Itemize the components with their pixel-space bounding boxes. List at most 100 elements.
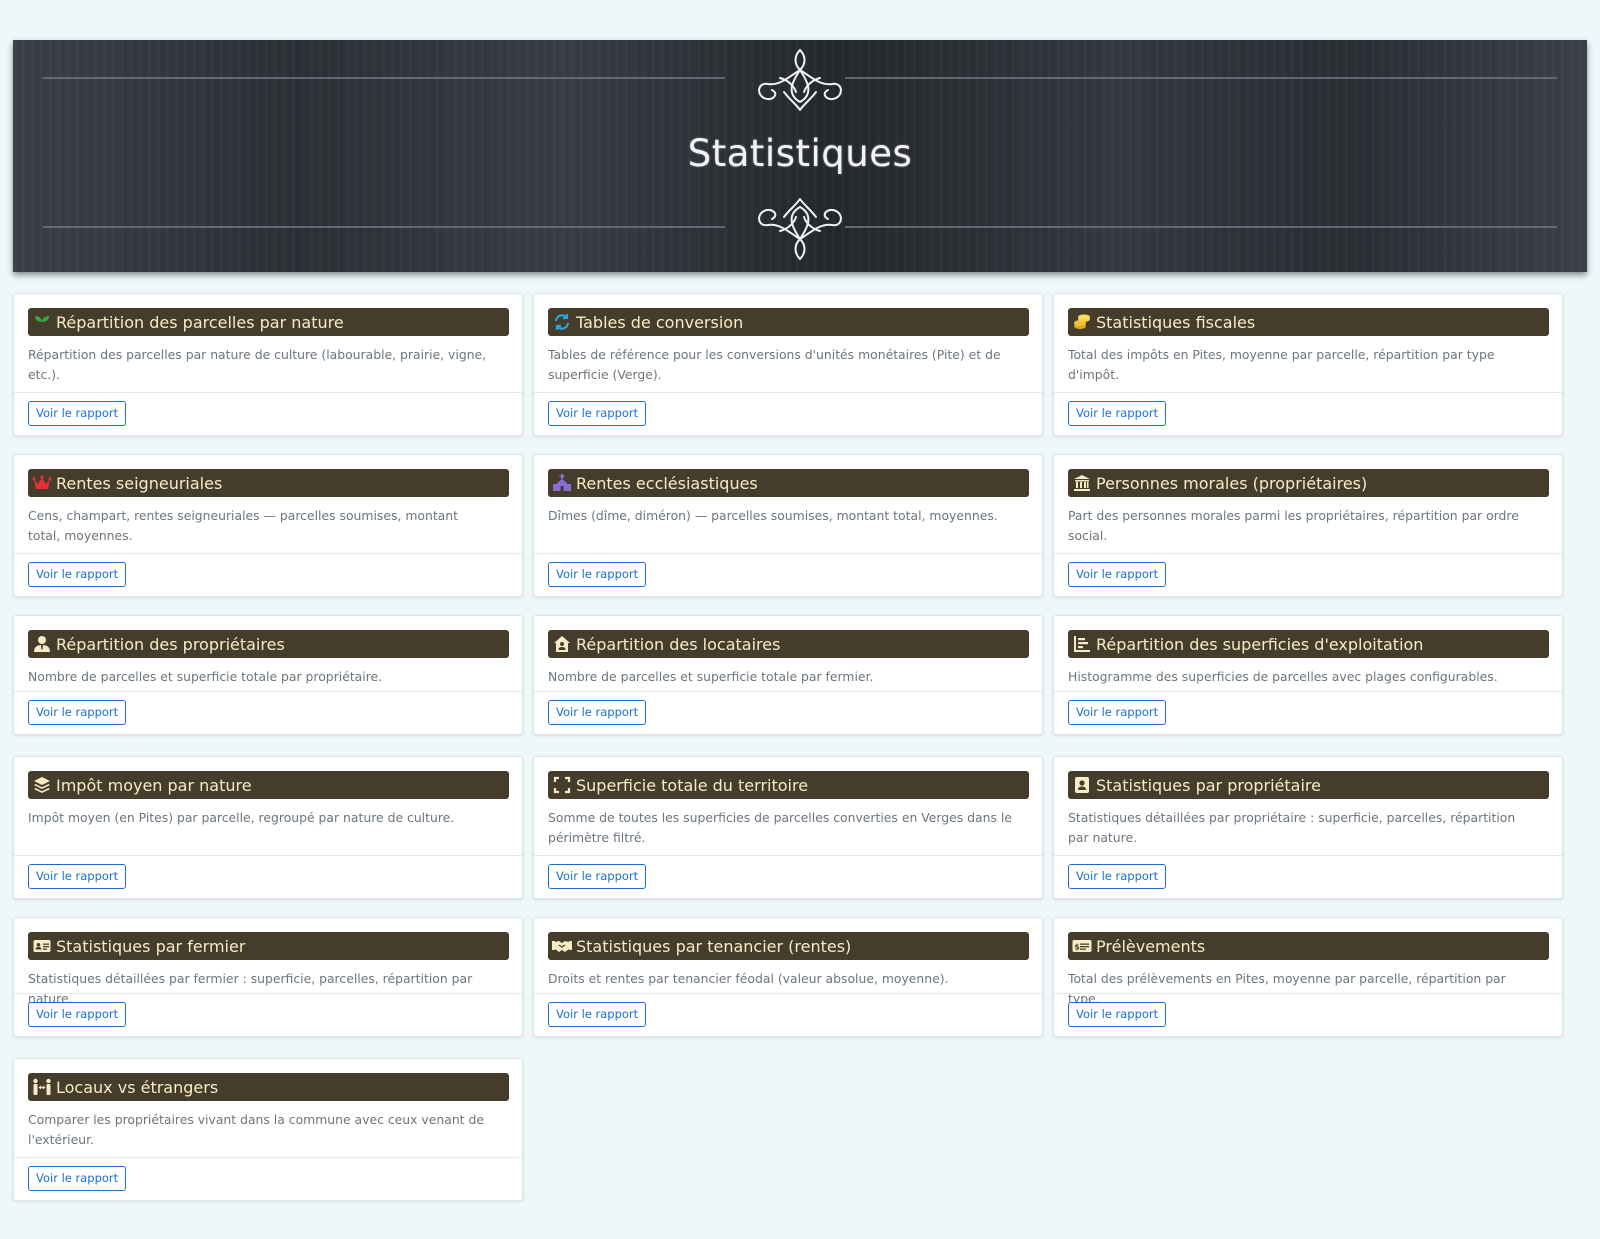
view-report-button[interactable]: Voir le rapport [28, 562, 127, 587]
report-card: Impôt moyen par nature Impôt moyen (en P… [13, 756, 523, 899]
card-description: Histogramme des superficies de parcelles… [1068, 669, 1498, 684]
card-header: Statistiques par tenancier (rentes) [548, 932, 1029, 960]
report-card: Superficie totale du territoire Somme de… [533, 756, 1043, 899]
card-header: Statistiques fiscales [1068, 308, 1549, 336]
report-card: Répartition des locataires Nombre de par… [533, 615, 1043, 735]
card-description: Dîmes (dîme, diméron) — parcelles soumis… [548, 508, 998, 523]
card-header: Répartition des propriétaires [28, 630, 509, 658]
card-footer: Voir le rapport [14, 1157, 522, 1200]
page-banner: Statistiques [13, 40, 1587, 272]
card-footer: Voir le rapport [534, 392, 1042, 435]
card-footer: Voir le rapport [534, 553, 1042, 596]
card-title: Statistiques par propriétaire [1096, 775, 1321, 795]
card-title: Répartition des propriétaires [56, 634, 285, 654]
card-footer: Voir le rapport [1054, 392, 1562, 435]
card-header: Répartition des parcelles par nature [28, 308, 509, 336]
card-description: Tables de référence pour les conversions… [548, 347, 1001, 382]
view-report-button[interactable]: Voir le rapport [28, 700, 127, 725]
card-footer: Voir le rapport [1054, 993, 1562, 1036]
report-card: Répartition des propriétaires Nombre de … [13, 615, 523, 735]
card-description: Nombre de parcelles et superficie totale… [28, 669, 383, 684]
card-footer: Voir le rapport [534, 993, 1042, 1036]
card-header: Impôt moyen par nature [28, 771, 509, 799]
card-title: Tables de conversion [576, 312, 744, 332]
view-report-button[interactable]: Voir le rapport [548, 864, 647, 889]
card-header: Superficie totale du territoire [548, 771, 1029, 799]
card-footer: Voir le rapport [14, 392, 522, 435]
report-card: Répartition des superficies d'exploitati… [1053, 615, 1563, 735]
card-footer: Voir le rapport [1054, 553, 1562, 596]
expand-icon [552, 775, 572, 795]
card-description: Total des impôts en Pites, moyenne par p… [1068, 347, 1495, 382]
view-report-button[interactable]: Voir le rapport [28, 1002, 127, 1027]
card-footer: Voir le rapport [14, 691, 522, 734]
banner-divider-bottom-left [43, 226, 725, 228]
card-title: Personnes morales (propriétaires) [1096, 473, 1368, 493]
card-title: Répartition des parcelles par nature [56, 312, 344, 332]
flourish-bottom-icon [758, 198, 842, 261]
card-footer: Voir le rapport [14, 855, 522, 898]
card-footer: Voir le rapport [1054, 855, 1562, 898]
card-title: Rentes ecclésiastiques [576, 473, 758, 493]
page-title: Statistiques [687, 132, 913, 175]
card-title: Locaux vs étrangers [56, 1077, 219, 1097]
report-card: Statistiques par propriétaire Statistiqu… [1053, 756, 1563, 899]
card-title: Superficie totale du territoire [576, 775, 809, 795]
card-title: Rentes seigneuriales [56, 473, 223, 493]
card-header: Rentes seigneuriales [28, 469, 509, 497]
view-report-button[interactable]: Voir le rapport [1068, 1002, 1167, 1027]
svg-text:$: $ [1074, 943, 1080, 952]
card-header: Personnes morales (propriétaires) [1068, 469, 1549, 497]
report-card: Tables de conversion Tables de référence… [533, 293, 1043, 436]
view-report-button[interactable]: Voir le rapport [1068, 401, 1167, 426]
report-card: Répartition des parcelles par nature Rép… [13, 293, 523, 436]
card-header: Statistiques par fermier [28, 932, 509, 960]
view-report-button[interactable]: Voir le rapport [28, 1166, 127, 1191]
view-report-button[interactable]: Voir le rapport [1068, 562, 1167, 587]
card-header: $ Prélèvements [1068, 932, 1549, 960]
card-description: Comparer les propriétaires vivant dans l… [28, 1112, 484, 1147]
banner-divider-top-left [43, 77, 725, 79]
sync-icon [552, 312, 572, 332]
user-badge-icon [1072, 775, 1092, 795]
report-card: Personnes morales (propriétaires) Part d… [1053, 454, 1563, 597]
card-footer: Voir le rapport [534, 691, 1042, 734]
house-user-icon [552, 634, 572, 654]
money-check-icon: $ [1072, 936, 1092, 956]
card-title: Répartition des superficies d'exploitati… [1096, 634, 1424, 654]
view-report-button[interactable]: Voir le rapport [28, 401, 127, 426]
people-arrows-icon [32, 1077, 52, 1097]
card-title: Répartition des locataires [576, 634, 781, 654]
view-report-button[interactable]: Voir le rapport [548, 562, 647, 587]
layers-icon [32, 775, 52, 795]
landmark-icon [1072, 473, 1092, 493]
card-footer: Voir le rapport [534, 855, 1042, 898]
view-report-button[interactable]: Voir le rapport [548, 1002, 647, 1027]
banner-divider-top-right [845, 77, 1557, 79]
view-report-button[interactable]: Voir le rapport [1068, 700, 1167, 725]
report-card: Statistiques fiscales Total des impôts e… [1053, 293, 1563, 436]
card-description: Statistiques détaillées par propriétaire… [1068, 810, 1516, 845]
view-report-button[interactable]: Voir le rapport [1068, 864, 1167, 889]
report-card: Rentes ecclésiastiques Dîmes (dîme, dimé… [533, 454, 1043, 597]
view-report-button[interactable]: Voir le rapport [548, 401, 647, 426]
card-description: Part des personnes morales parmi les pro… [1068, 508, 1519, 543]
card-footer: Voir le rapport [1054, 691, 1562, 734]
coins-icon [1072, 312, 1092, 332]
card-description: Impôt moyen (en Pites) par parcelle, reg… [28, 810, 455, 825]
report-card: Locaux vs étrangers Comparer les proprié… [13, 1058, 523, 1201]
view-report-button[interactable]: Voir le rapport [548, 700, 647, 725]
card-title: Impôt moyen par nature [56, 775, 252, 795]
handshake-icon [552, 936, 572, 956]
view-report-button[interactable]: Voir le rapport [28, 864, 127, 889]
user-tie-icon [32, 634, 52, 654]
report-card: Rentes seigneuriales Cens, champart, ren… [13, 454, 523, 597]
report-card: Statistiques par tenancier (rentes) Droi… [533, 917, 1043, 1037]
card-header: Tables de conversion [548, 308, 1029, 336]
flourish-top-icon [758, 48, 842, 111]
card-description: Cens, champart, rentes seigneuriales — p… [28, 508, 458, 543]
card-footer: Voir le rapport [14, 553, 522, 596]
seedling-icon [32, 312, 52, 332]
id-card-icon [32, 936, 52, 956]
card-description: Nombre de parcelles et superficie totale… [548, 669, 874, 684]
